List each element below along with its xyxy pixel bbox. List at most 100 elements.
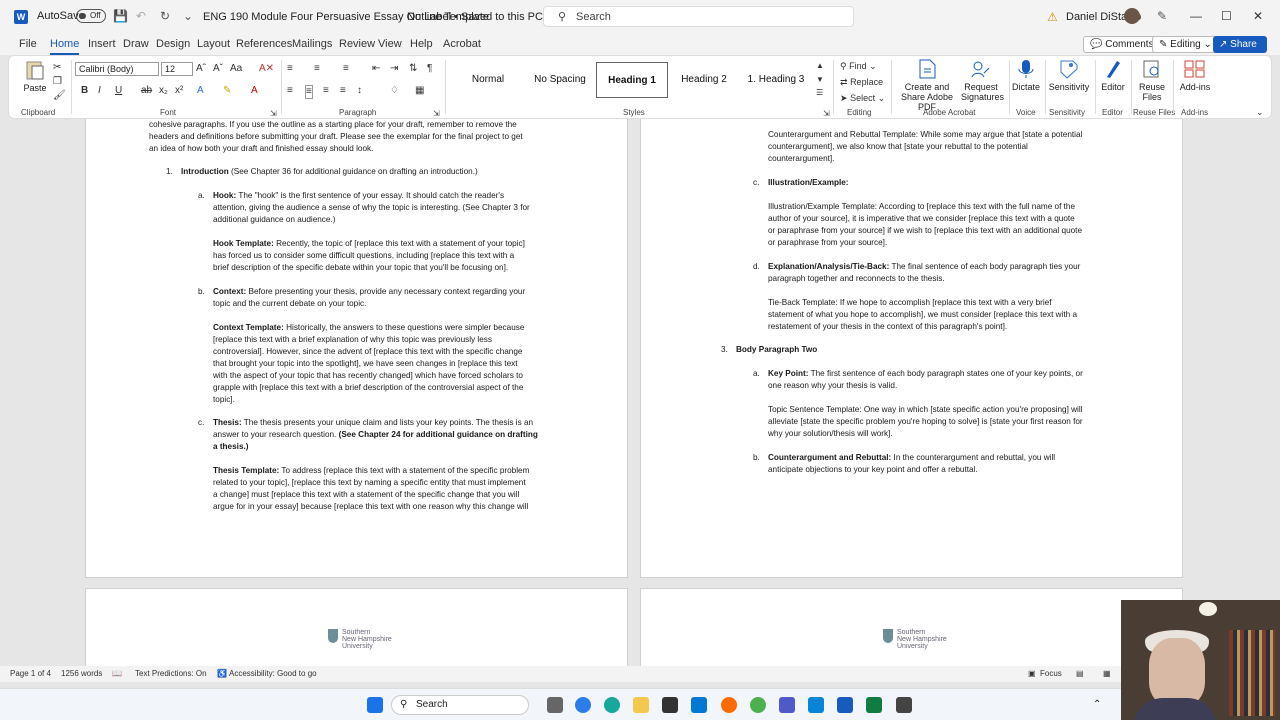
editing-mode-button[interactable]: ✎ Editing ⌄ <box>1152 36 1219 53</box>
align-right-icon[interactable]: ≡ <box>323 85 329 97</box>
tab-view[interactable]: View <box>378 38 402 50</box>
teams-icon[interactable] <box>779 697 795 713</box>
tab-insert[interactable]: Insert <box>88 38 116 50</box>
warning-icon[interactable]: ⚠ <box>1047 10 1058 24</box>
font-color-icon[interactable]: A <box>251 85 258 97</box>
accessibility-status[interactable]: Accessibility: Good to go <box>229 669 317 678</box>
tab-home[interactable]: Home <box>50 38 80 55</box>
page-left[interactable]: cohesive paragraphs. If you use the outl… <box>85 119 628 578</box>
browser-icon[interactable] <box>604 697 620 713</box>
change-case-icon[interactable]: Aa <box>230 63 242 75</box>
tab-mailings[interactable]: Mailings <box>292 38 332 50</box>
sensitivity-button[interactable]: Sensitivity <box>1047 59 1091 92</box>
numbering-icon[interactable]: ≡ <box>314 63 320 75</box>
align-left-icon[interactable]: ≡ <box>287 85 293 97</box>
taskbar-search[interactable]: ⚲ Search <box>391 695 529 715</box>
tab-references[interactable]: References <box>236 38 292 50</box>
tab-design[interactable]: Design <box>156 38 190 50</box>
avatar[interactable] <box>1124 8 1140 24</box>
cut-icon[interactable]: ✂ <box>53 62 61 74</box>
font-name-box[interactable]: Calibri (Body) <box>75 62 159 76</box>
subscript-icon[interactable]: x₂ <box>159 85 168 97</box>
italic-icon[interactable]: I <box>98 85 101 97</box>
close-icon[interactable]: ✕ <box>1253 9 1263 23</box>
align-center-icon[interactable]: ≡ <box>305 85 313 99</box>
shading-icon[interactable]: ♢ <box>390 85 399 97</box>
share-button[interactable]: ↗ Share <box>1213 36 1267 53</box>
tab-file[interactable]: File <box>19 38 37 50</box>
word-taskbar-icon[interactable] <box>837 697 853 713</box>
underline-icon[interactable]: U <box>115 85 122 97</box>
bullets-icon[interactable]: ≡ <box>287 63 293 75</box>
request-signatures-button[interactable]: Request Signatures <box>961 59 1004 102</box>
sort-icon[interactable]: ⇅ <box>409 63 417 75</box>
maximize-icon[interactable]: ☐ <box>1221 9 1232 23</box>
chrome-icon[interactable] <box>750 697 766 713</box>
font-size-box[interactable]: 12 <box>161 62 193 76</box>
show-hidden-icons[interactable]: ⌃ <box>1093 699 1101 710</box>
excel-icon[interactable] <box>866 697 882 713</box>
increase-indent-icon[interactable]: ⇥ <box>390 63 398 75</box>
save-status[interactable]: No Label • Saved to this PC <box>407 11 543 23</box>
page-count[interactable]: Page 1 of 4 <box>10 669 51 678</box>
copy-icon[interactable]: ❐ <box>53 76 62 88</box>
print-layout-icon[interactable]: ▦ <box>1103 669 1111 678</box>
style-no-spacing[interactable]: No Spacing <box>524 62 596 98</box>
read-mode-icon[interactable]: ▤ <box>1076 669 1084 678</box>
paste-button[interactable]: Paste <box>21 60 49 93</box>
replace-button[interactable]: ⇄ Replace <box>840 76 883 88</box>
show-marks-icon[interactable]: ¶ <box>427 63 432 75</box>
tab-review[interactable]: Review <box>339 38 375 50</box>
page-right[interactable]: Counterargument and Rebuttal Template: W… <box>640 119 1183 578</box>
tab-acrobat[interactable]: Acrobat <box>443 38 481 50</box>
task-view-icon[interactable] <box>547 697 563 713</box>
style-heading-3[interactable]: 1. Heading 3 <box>740 62 812 98</box>
style-normal[interactable]: Normal <box>452 62 524 98</box>
store-icon[interactable] <box>662 697 678 713</box>
redo-icon[interactable]: ↻ <box>158 9 172 23</box>
undo-icon[interactable]: ↶ <box>134 9 148 23</box>
multilevel-list-icon[interactable]: ≡ <box>343 63 349 75</box>
borders-icon[interactable]: ▦ <box>415 85 424 97</box>
decrease-indent-icon[interactable]: ⇤ <box>372 63 380 75</box>
save-icon[interactable]: 💾 <box>113 9 128 23</box>
edge-icon[interactable] <box>575 697 591 713</box>
bold-icon[interactable]: B <box>81 85 88 97</box>
add-ins-button[interactable]: Add-ins <box>1177 59 1213 92</box>
strikethrough-icon[interactable]: ab <box>141 85 152 97</box>
editor-button[interactable]: Editor <box>1099 59 1127 92</box>
focus-mode[interactable]: Focus <box>1040 669 1062 678</box>
proofing-icon[interactable]: 📖 <box>112 669 122 678</box>
select-button[interactable]: ➤ Select ⌄ <box>840 92 885 104</box>
shrink-font-icon[interactable]: Aˇ <box>213 63 223 75</box>
mail-icon[interactable] <box>691 697 707 713</box>
customize-qat-icon[interactable]: ⌄ <box>181 9 195 23</box>
format-painter-icon[interactable]: 🖌 <box>53 90 66 102</box>
style-heading-1[interactable]: Heading 1 <box>596 62 668 98</box>
dictate-button[interactable]: Dictate <box>1011 59 1041 92</box>
line-spacing-icon[interactable]: ↕ <box>357 85 362 97</box>
find-button[interactable]: ⚲ Find ⌄ <box>840 60 877 72</box>
style-heading-2[interactable]: Heading 2 <box>668 62 740 98</box>
text-effects-icon[interactable]: A <box>197 85 204 97</box>
highlight-icon[interactable]: ✎ <box>223 85 231 97</box>
collapse-ribbon-icon[interactable]: ⌄ <box>1256 106 1264 118</box>
page-4[interactable]: Southern New Hampshire University <box>640 588 1183 666</box>
word-count[interactable]: 1256 words <box>61 669 102 678</box>
superscript-icon[interactable]: x² <box>175 85 183 97</box>
start-icon[interactable] <box>367 697 383 713</box>
styles-scroll-down-icon[interactable]: ▼ <box>816 74 824 86</box>
autosave-toggle[interactable]: Off <box>76 9 106 23</box>
comments-button[interactable]: 💬 Comments <box>1083 36 1161 53</box>
tab-layout[interactable]: Layout <box>197 38 230 50</box>
tab-draw[interactable]: Draw <box>123 38 149 50</box>
minimize-icon[interactable]: — <box>1190 9 1202 23</box>
tab-help[interactable]: Help <box>410 38 433 50</box>
page-3[interactable]: Southern New Hampshire University <box>85 588 628 666</box>
clear-formatting-icon[interactable]: A✕ <box>259 63 274 75</box>
styles-scroll-up-icon[interactable]: ▲ <box>816 60 824 72</box>
file-explorer-icon[interactable] <box>633 697 649 713</box>
snipping-tool-icon[interactable] <box>896 697 912 713</box>
search-box[interactable]: ⚲ Search <box>543 6 854 27</box>
text-predictions[interactable]: Text Predictions: On <box>135 669 207 678</box>
